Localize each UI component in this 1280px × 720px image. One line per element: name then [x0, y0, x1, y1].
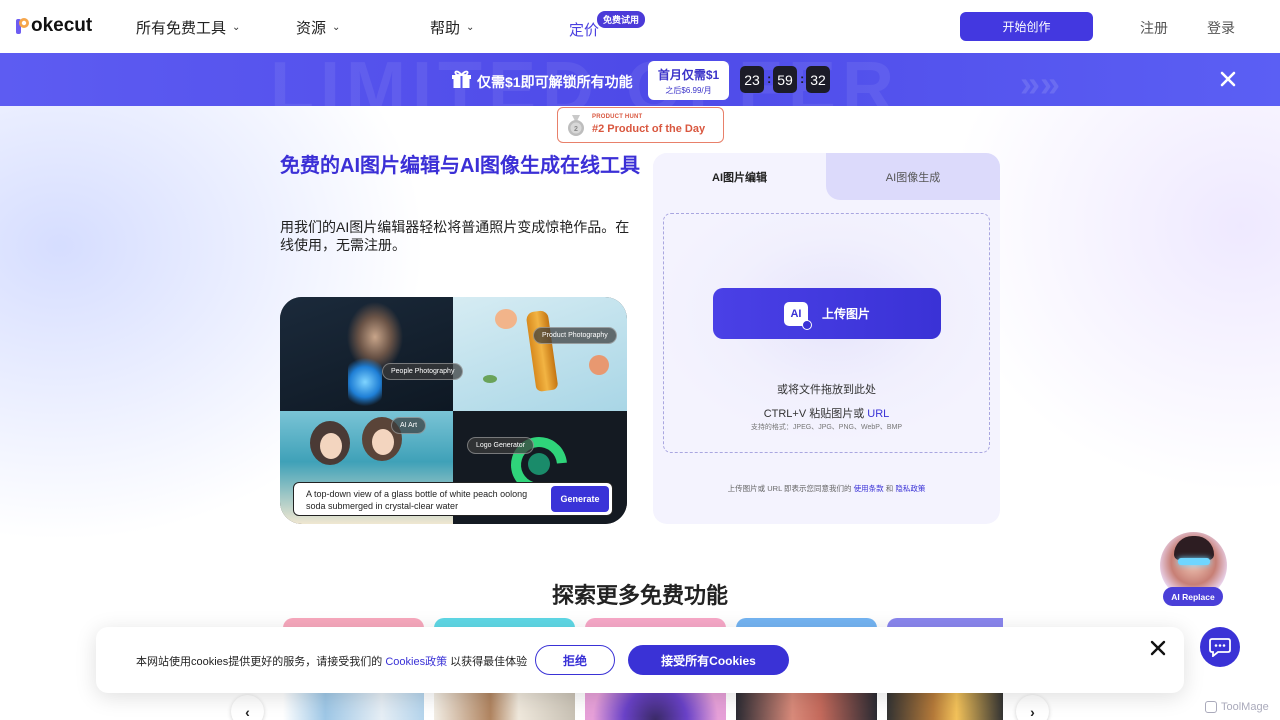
promo-price-main: 首月仅需$1 [657, 68, 720, 82]
close-cookie-icon[interactable] [1150, 640, 1166, 656]
chevron-down-icon: ⌄ [466, 22, 475, 33]
timer-seconds: 32 [806, 66, 830, 93]
toolmage-icon [1205, 701, 1217, 713]
accept-cookies-button[interactable]: 接受所有Cookies [628, 645, 789, 675]
cookie-text-suffix: 以获得最佳体验 [450, 656, 528, 668]
gift-icon [452, 70, 471, 88]
timer-colon: : [767, 71, 772, 86]
terms-and: 和 [885, 484, 894, 493]
timer-minutes: 59 [773, 66, 797, 93]
privacy-policy-link[interactable]: 隐私政策 [895, 484, 925, 493]
nav-pricing-label: 定价 [569, 22, 600, 39]
close-promo-icon[interactable] [1218, 69, 1238, 89]
product-hunt-label: PRODUCT HUNT [592, 114, 643, 120]
reject-cookies-button[interactable]: 拒绝 [535, 645, 615, 675]
register-link[interactable]: 注册 [1140, 18, 1168, 38]
login-link[interactable]: 登录 [1207, 18, 1235, 38]
promo-banner: LIMITED OFFER »» [0, 53, 1280, 106]
toolmage-watermark: ToolMage [1205, 701, 1269, 713]
tag-ai-art[interactable]: AI Art [391, 417, 427, 434]
chevron-left-icon: ‹ [245, 703, 250, 720]
chat-bubble-icon [1209, 638, 1231, 657]
terms-of-use-link[interactable]: 使用条款 [854, 484, 884, 493]
start-creating-button[interactable]: 开始创作 [960, 12, 1093, 41]
showcase-collage: People Photography Product Photography A… [280, 297, 627, 524]
promo-text: 仅需$1即可解锁所有功能 [477, 74, 633, 90]
upload-dropzone[interactable]: AI 上传图片 或将文件拖放到此处 CTRL+V 粘贴图片或 URL 支持的格式… [663, 213, 990, 453]
upload-image-button[interactable]: AI 上传图片 [713, 288, 941, 339]
svg-text:2: 2 [574, 126, 578, 133]
generate-button[interactable]: Generate [551, 486, 609, 512]
cookie-text-prefix: 本网站使用cookies提供更好的服务，请接受我们的 [136, 656, 383, 668]
logo[interactable]: okecut [16, 15, 92, 37]
upload-image-label: 上传图片 [821, 307, 870, 321]
chevron-down-icon: ⌄ [332, 22, 341, 33]
hero-subtitle: 用我们的AI图片编辑器轻松将普通照片变成惊艳作品。在线使用，无需注册。 [280, 219, 630, 253]
ai-upload-icon: AI [783, 301, 812, 330]
people-photography-image [280, 297, 453, 411]
terms-prefix: 上传图片或 URL 即表示您同意我们的 [727, 484, 852, 493]
url-link[interactable]: URL [867, 408, 889, 420]
logo-p-icon [16, 16, 30, 36]
product-hunt-badge[interactable]: 2 PRODUCT HUNT #2 Product of the Day [557, 107, 724, 143]
nav-help[interactable]: 帮助 ⌄ [430, 17, 474, 38]
nav-resources-label: 资源 [296, 20, 327, 37]
chevron-down-icon: ⌄ [232, 22, 241, 33]
tab-ai-image-edit[interactable]: AI图片编辑 [653, 153, 826, 200]
hero-title: 免费的AI图片编辑与AI图像生成在线工具 [280, 155, 640, 177]
cookie-policy-link[interactable]: Cookies政策 [385, 656, 447, 668]
cookie-message: 本网站使用cookies提供更好的服务，请接受我们的 Cookies政策 以获得… [136, 653, 527, 669]
tag-logo-generator[interactable]: Logo Generator [467, 437, 535, 454]
timer-colon: : [800, 71, 805, 86]
supported-formats: 支持的格式：JPEG、JPG、PNG、WebP、BMP [750, 424, 903, 431]
nav-pricing[interactable]: 定价 [569, 19, 599, 40]
paste-hint-row: CTRL+V 粘贴图片或 URL [664, 405, 989, 421]
promo-arrows-decoration: »» [1020, 63, 1061, 104]
drop-hint: 或将文件拖放到此处 [777, 384, 876, 396]
toolmage-text: ToolMage [1221, 701, 1269, 713]
tag-product-photography[interactable]: Product Photography [533, 327, 617, 344]
product-photography-image [453, 297, 627, 411]
ai-upload-icon-text: AI [790, 307, 802, 320]
editor-panel: AI图片编辑 AI图像生成 AI 上传图片 或将文件拖放到此处 CTRL+V 粘… [653, 153, 1000, 524]
timer-hours: 23 [740, 66, 764, 93]
carousel-prev-button[interactable]: ‹ [231, 695, 264, 720]
paste-hint: CTRL+V 粘贴图片或 [763, 408, 865, 420]
promo-price-box[interactable]: 首月仅需$1 之后$6.99/月 [648, 61, 729, 100]
nav-all-tools-label: 所有免费工具 [136, 20, 227, 37]
nav-all-tools[interactable]: 所有免费工具 ⌄ [136, 17, 240, 38]
nav-resources[interactable]: 资源 ⌄ [296, 17, 340, 38]
tab-ai-image-generate[interactable]: AI图像生成 [826, 153, 1000, 200]
promo-price-sub: 之后$6.99/月 [665, 86, 712, 95]
chevron-right-icon: › [1030, 703, 1035, 720]
prompt-bar[interactable]: A top-down view of a glass bottle of whi… [293, 482, 613, 516]
chat-support-button[interactable] [1200, 627, 1240, 667]
prompt-text: A top-down view of a glass bottle of whi… [306, 489, 528, 511]
cookie-banner: 本网站使用cookies提供更好的服务，请接受我们的 Cookies政策 以获得… [96, 627, 1184, 693]
free-trial-badge: 免费试用 [597, 11, 646, 28]
carousel-next-button[interactable]: › [1016, 695, 1049, 720]
medal-icon: 2 [568, 115, 584, 136]
top-nav: okecut 所有免费工具 ⌄ 资源 ⌄ 帮助 ⌄ 定价 免费试用 开始创作 注… [0, 0, 1280, 53]
terms-notice: 上传图片或 URL 即表示您同意我们的 使用条款 和 隐私政策 [653, 483, 1000, 494]
tag-people-photography[interactable]: People Photography [382, 363, 464, 380]
nav-help-label: 帮助 [430, 20, 461, 37]
product-hunt-rank: #2 Product of the Day [592, 123, 706, 135]
logo-text: okecut [31, 15, 93, 36]
explore-title: 探索更多免费功能 [551, 583, 728, 608]
